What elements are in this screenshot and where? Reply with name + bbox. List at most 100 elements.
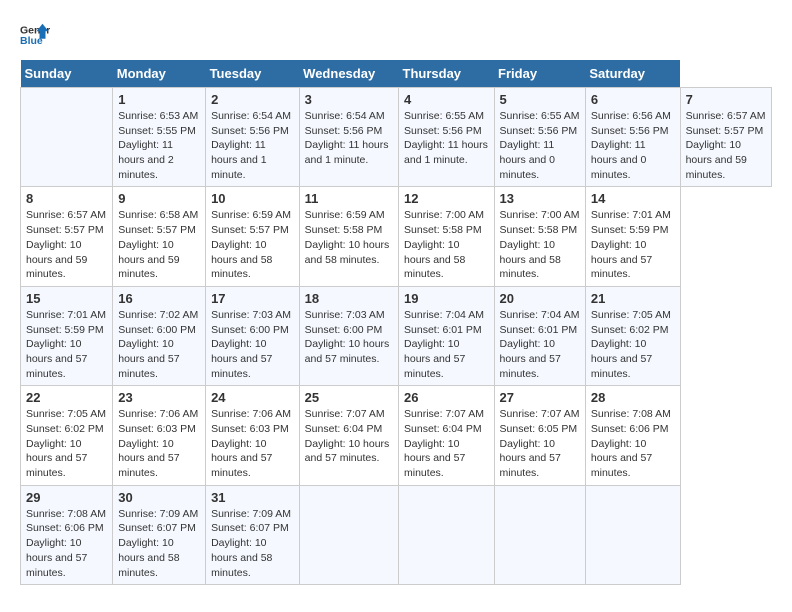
calendar-cell: 2 Sunrise: 6:54 AM Sunset: 5:56 PM Daylig… bbox=[206, 88, 300, 187]
calendar-table: SundayMondayTuesdayWednesdayThursdayFrid… bbox=[20, 60, 772, 585]
day-info: Sunrise: 7:05 AM Sunset: 6:02 PM Dayligh… bbox=[591, 308, 675, 381]
day-number: 4 bbox=[404, 92, 489, 107]
calendar-cell: 19 Sunrise: 7:04 AM Sunset: 6:01 PM Dayli… bbox=[399, 286, 495, 385]
day-info: Sunrise: 6:59 AM Sunset: 5:58 PM Dayligh… bbox=[305, 208, 393, 267]
logo: General Blue bbox=[20, 20, 50, 50]
day-info: Sunrise: 6:57 AM Sunset: 5:57 PM Dayligh… bbox=[686, 109, 766, 182]
day-info: Sunrise: 7:09 AM Sunset: 6:07 PM Dayligh… bbox=[211, 507, 294, 580]
day-number: 15 bbox=[26, 291, 107, 306]
day-number: 16 bbox=[118, 291, 200, 306]
day-info: Sunrise: 7:01 AM Sunset: 5:59 PM Dayligh… bbox=[591, 208, 675, 281]
day-number: 31 bbox=[211, 490, 294, 505]
day-number: 6 bbox=[591, 92, 675, 107]
calendar-cell: 1Sunrise: 6:53 AM Sunset: 5:55 PM Daylig… bbox=[113, 88, 206, 187]
calendar-cell: 13 Sunrise: 7:00 AM Sunset: 5:58 PM Dayli… bbox=[494, 187, 585, 286]
day-info: Sunrise: 6:55 AM Sunset: 5:56 PM Dayligh… bbox=[404, 109, 489, 168]
day-number: 20 bbox=[500, 291, 580, 306]
calendar-cell: 7 Sunrise: 6:57 AM Sunset: 5:57 PM Daylig… bbox=[680, 88, 771, 187]
day-info: Sunrise: 7:05 AM Sunset: 6:02 PM Dayligh… bbox=[26, 407, 107, 480]
day-number: 28 bbox=[591, 390, 675, 405]
day-number: 9 bbox=[118, 191, 200, 206]
page-header: General Blue bbox=[20, 20, 772, 50]
day-number: 12 bbox=[404, 191, 489, 206]
calendar-cell: 10 Sunrise: 6:59 AM Sunset: 5:57 PM Dayli… bbox=[206, 187, 300, 286]
day-number: 25 bbox=[305, 390, 393, 405]
calendar-cell: 18 Sunrise: 7:03 AM Sunset: 6:00 PM Dayli… bbox=[299, 286, 398, 385]
calendar-cell: 28 Sunrise: 7:08 AM Sunset: 6:06 PM Dayli… bbox=[585, 386, 680, 485]
day-number: 29 bbox=[26, 490, 107, 505]
calendar-cell: 6 Sunrise: 6:56 AM Sunset: 5:56 PM Daylig… bbox=[585, 88, 680, 187]
day-info: Sunrise: 7:06 AM Sunset: 6:03 PM Dayligh… bbox=[211, 407, 294, 480]
day-info: Sunrise: 7:06 AM Sunset: 6:03 PM Dayligh… bbox=[118, 407, 200, 480]
calendar-cell: 23 Sunrise: 7:06 AM Sunset: 6:03 PM Dayli… bbox=[113, 386, 206, 485]
calendar-cell bbox=[585, 485, 680, 584]
calendar-week-row: 22 Sunrise: 7:05 AM Sunset: 6:02 PM Dayli… bbox=[21, 386, 772, 485]
calendar-week-row: 29Sunrise: 7:08 AM Sunset: 6:06 PM Dayli… bbox=[21, 485, 772, 584]
day-number: 5 bbox=[500, 92, 580, 107]
day-info: Sunrise: 7:04 AM Sunset: 6:01 PM Dayligh… bbox=[404, 308, 489, 381]
day-number: 18 bbox=[305, 291, 393, 306]
calendar-cell bbox=[21, 88, 113, 187]
day-info: Sunrise: 7:03 AM Sunset: 6:00 PM Dayligh… bbox=[305, 308, 393, 367]
day-number: 30 bbox=[118, 490, 200, 505]
calendar-cell: 8 Sunrise: 6:57 AM Sunset: 5:57 PM Daylig… bbox=[21, 187, 113, 286]
calendar-cell: 3 Sunrise: 6:54 AM Sunset: 5:56 PM Daylig… bbox=[299, 88, 398, 187]
day-info: Sunrise: 7:00 AM Sunset: 5:58 PM Dayligh… bbox=[404, 208, 489, 281]
day-number: 13 bbox=[500, 191, 580, 206]
day-number: 8 bbox=[26, 191, 107, 206]
day-number: 7 bbox=[686, 92, 766, 107]
day-info: Sunrise: 6:56 AM Sunset: 5:56 PM Dayligh… bbox=[591, 109, 675, 182]
day-info: Sunrise: 7:01 AM Sunset: 5:59 PM Dayligh… bbox=[26, 308, 107, 381]
calendar-cell: 27Sunrise: 7:07 AM Sunset: 6:05 PM Dayli… bbox=[494, 386, 585, 485]
day-info: Sunrise: 7:00 AM Sunset: 5:58 PM Dayligh… bbox=[500, 208, 580, 281]
day-number: 23 bbox=[118, 390, 200, 405]
day-number: 3 bbox=[305, 92, 393, 107]
column-header-thursday: Thursday bbox=[399, 60, 495, 88]
calendar-cell: 24 Sunrise: 7:06 AM Sunset: 6:03 PM Dayli… bbox=[206, 386, 300, 485]
day-number: 2 bbox=[211, 92, 294, 107]
calendar-cell: 30Sunrise: 7:09 AM Sunset: 6:07 PM Dayli… bbox=[113, 485, 206, 584]
day-info: Sunrise: 7:02 AM Sunset: 6:00 PM Dayligh… bbox=[118, 308, 200, 381]
day-info: Sunrise: 7:03 AM Sunset: 6:00 PM Dayligh… bbox=[211, 308, 294, 381]
day-info: Sunrise: 6:57 AM Sunset: 5:57 PM Dayligh… bbox=[26, 208, 107, 281]
calendar-cell: 14 Sunrise: 7:01 AM Sunset: 5:59 PM Dayli… bbox=[585, 187, 680, 286]
day-number: 19 bbox=[404, 291, 489, 306]
column-header-friday: Friday bbox=[494, 60, 585, 88]
column-header-sunday: Sunday bbox=[21, 60, 113, 88]
day-info: Sunrise: 6:54 AM Sunset: 5:56 PM Dayligh… bbox=[305, 109, 393, 168]
calendar-cell: 9 Sunrise: 6:58 AM Sunset: 5:57 PM Daylig… bbox=[113, 187, 206, 286]
calendar-cell bbox=[299, 485, 398, 584]
calendar-header-row: SundayMondayTuesdayWednesdayThursdayFrid… bbox=[21, 60, 772, 88]
calendar-cell: 12 Sunrise: 7:00 AM Sunset: 5:58 PM Dayli… bbox=[399, 187, 495, 286]
calendar-cell: 29Sunrise: 7:08 AM Sunset: 6:06 PM Dayli… bbox=[21, 485, 113, 584]
calendar-cell: 21 Sunrise: 7:05 AM Sunset: 6:02 PM Dayli… bbox=[585, 286, 680, 385]
day-number: 21 bbox=[591, 291, 675, 306]
calendar-cell: 20 Sunrise: 7:04 AM Sunset: 6:01 PM Dayli… bbox=[494, 286, 585, 385]
calendar-cell bbox=[399, 485, 495, 584]
calendar-week-row: 15 Sunrise: 7:01 AM Sunset: 5:59 PM Dayli… bbox=[21, 286, 772, 385]
day-info: Sunrise: 7:04 AM Sunset: 6:01 PM Dayligh… bbox=[500, 308, 580, 381]
day-info: Sunrise: 6:58 AM Sunset: 5:57 PM Dayligh… bbox=[118, 208, 200, 281]
day-info: Sunrise: 6:54 AM Sunset: 5:56 PM Dayligh… bbox=[211, 109, 294, 182]
day-number: 10 bbox=[211, 191, 294, 206]
calendar-cell: 17Sunrise: 7:03 AM Sunset: 6:00 PM Dayli… bbox=[206, 286, 300, 385]
day-number: 11 bbox=[305, 191, 393, 206]
calendar-cell: 4 Sunrise: 6:55 AM Sunset: 5:56 PM Daylig… bbox=[399, 88, 495, 187]
column-header-saturday: Saturday bbox=[585, 60, 680, 88]
day-info: Sunrise: 7:07 AM Sunset: 6:04 PM Dayligh… bbox=[404, 407, 489, 480]
calendar-cell: 15 Sunrise: 7:01 AM Sunset: 5:59 PM Dayli… bbox=[21, 286, 113, 385]
calendar-cell bbox=[494, 485, 585, 584]
column-header-monday: Monday bbox=[113, 60, 206, 88]
day-number: 24 bbox=[211, 390, 294, 405]
day-info: Sunrise: 7:08 AM Sunset: 6:06 PM Dayligh… bbox=[591, 407, 675, 480]
day-info: Sunrise: 6:53 AM Sunset: 5:55 PM Dayligh… bbox=[118, 109, 200, 182]
calendar-cell: 16 Sunrise: 7:02 AM Sunset: 6:00 PM Dayli… bbox=[113, 286, 206, 385]
day-number: 14 bbox=[591, 191, 675, 206]
day-number: 26 bbox=[404, 390, 489, 405]
svg-text:Blue: Blue bbox=[20, 35, 43, 47]
calendar-cell: 22 Sunrise: 7:05 AM Sunset: 6:02 PM Dayli… bbox=[21, 386, 113, 485]
calendar-cell: 31 Sunrise: 7:09 AM Sunset: 6:07 PM Dayli… bbox=[206, 485, 300, 584]
day-number: 22 bbox=[26, 390, 107, 405]
day-info: Sunrise: 7:07 AM Sunset: 6:05 PM Dayligh… bbox=[500, 407, 580, 480]
day-info: Sunrise: 6:59 AM Sunset: 5:57 PM Dayligh… bbox=[211, 208, 294, 281]
